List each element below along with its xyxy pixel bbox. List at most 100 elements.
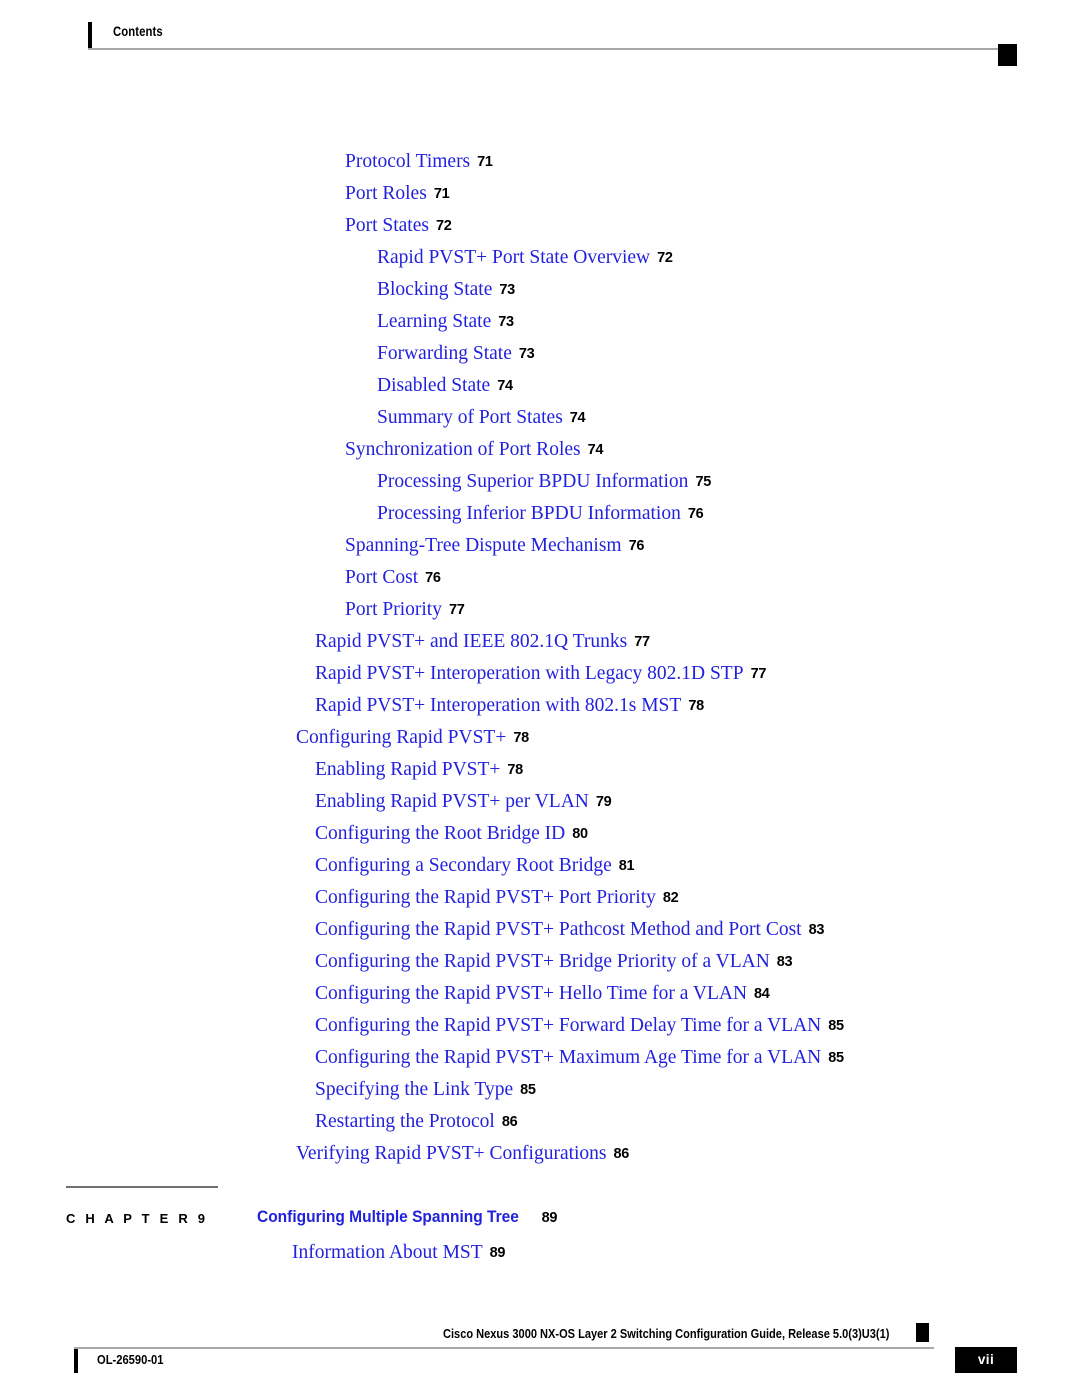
toc-entry[interactable]: Processing Inferior BPDU Information 76 [0,498,1080,530]
toc-entry-title[interactable]: Port Cost [345,567,418,588]
toc-entry-title[interactable]: Configuring the Rapid PVST+ Pathcost Met… [315,919,802,940]
toc-entry-title[interactable]: Enabling Rapid PVST+ [315,759,500,780]
chapter-title-row[interactable]: Configuring Multiple Spanning Tree 89 [257,1208,557,1227]
toc-entry-title[interactable]: Specifying the Link Type [315,1079,513,1100]
toc-entry-page-number: 83 [808,922,825,938]
toc-entry-title[interactable]: Disabled State [377,375,490,396]
toc-entry-title[interactable]: Port Priority [345,599,442,620]
toc-entry-page-number: 85 [520,1082,536,1098]
toc-entry-title[interactable]: Blocking State [377,279,492,300]
toc-entry[interactable]: Processing Superior BPDU Information 75 [0,466,1080,498]
toc-entry-title[interactable]: Protocol Timers [345,151,470,172]
toc-entry-page-number: 85 [828,1050,844,1066]
toc-entry[interactable]: Summary of Port States 74 [0,402,1080,434]
chapter-title-link[interactable]: Configuring Multiple Spanning Tree [257,1208,519,1227]
toc-entry-title[interactable]: Rapid PVST+ and IEEE 802.1Q Trunks [315,631,627,652]
toc-entry-title[interactable]: Rapid PVST+ Interoperation with 802.1s M… [315,695,681,716]
toc-entry-page-number: 72 [435,218,452,234]
toc-entry[interactable]: Rapid PVST+ Interoperation with 802.1s M… [0,690,1080,722]
toc-entry-page-number: 74 [587,442,604,458]
toc-entry[interactable]: Restarting the Protocol 86 [0,1106,1080,1138]
toc-entry-page-number: 76 [687,506,704,522]
toc-entry-page-number: 78 [507,762,523,778]
footer-guide-title: Cisco Nexus 3000 NX-OS Layer 2 Switching… [443,1326,890,1341]
toc-entry-page-number: 72 [657,250,673,266]
toc-entry[interactable]: Enabling Rapid PVST+ per VLAN 79 [0,786,1080,818]
toc-entry[interactable]: Configuring Rapid PVST+ 78 [0,722,1080,754]
toc-entry[interactable]: Configuring the Rapid PVST+ Maximum Age … [0,1042,1080,1074]
toc-entry[interactable]: Disabled State 74 [0,370,1080,402]
toc-entry-title[interactable]: Enabling Rapid PVST+ per VLAN [315,791,589,812]
toc-entry-page-number: 75 [695,474,711,490]
toc-entry[interactable]: Configuring the Rapid PVST+ Bridge Prior… [0,946,1080,978]
toc-entry-title[interactable]: Processing Inferior BPDU Information [377,503,681,524]
toc-entry[interactable]: Configuring a Secondary Root Bridge 81 [0,850,1080,882]
toc-entry[interactable]: Forwarding State 73 [0,338,1080,370]
toc-entry-page-number: 71 [477,154,493,170]
toc-entry-title[interactable]: Learning State [377,311,491,332]
toc-entry-title[interactable]: Forwarding State [377,343,512,364]
toc-entry[interactable]: Port States 72 [0,210,1080,242]
toc-entry[interactable]: Configuring the Rapid PVST+ Forward Dela… [0,1010,1080,1042]
toc-entry-page-number: 85 [828,1018,844,1034]
toc-entry[interactable]: Specifying the Link Type 85 [0,1074,1080,1106]
toc-entry[interactable]: Port Roles 71 [0,178,1080,210]
toc-entry-page-number: 76 [425,570,441,586]
toc-entry-title[interactable]: Port Roles [345,183,427,204]
toc-entry-title[interactable]: Synchronization of Port Roles [345,439,581,460]
toc-entry-title[interactable]: Port States [345,215,429,236]
toc-entry[interactable]: Spanning-Tree Dispute Mechanism 76 [0,530,1080,562]
toc-entry-title[interactable]: Configuring the Rapid PVST+ Port Priorit… [315,887,656,908]
toc-entry[interactable]: Rapid PVST+ Port State Overview 72 [0,242,1080,274]
toc-entry-page-number: 79 [595,794,612,810]
toc-entry-title[interactable]: Configuring the Rapid PVST+ Maximum Age … [315,1047,821,1068]
toc-entry-title[interactable]: Rapid PVST+ Interoperation with Legacy 8… [315,663,744,684]
toc-entry-title[interactable]: Rapid PVST+ Port State Overview [377,247,650,268]
toc-entry[interactable]: Configuring the Root Bridge ID 80 [0,818,1080,850]
toc-entry-title[interactable]: Configuring the Rapid PVST+ Bridge Prior… [315,951,770,972]
toc-entry[interactable]: Configuring the Rapid PVST+ Hello Time f… [0,978,1080,1010]
toc-entry[interactable]: Enabling Rapid PVST+ 78 [0,754,1080,786]
toc-entry-title[interactable]: Configuring the Rapid PVST+ Hello Time f… [315,983,747,1004]
toc-entry-page-number: 77 [750,666,767,682]
toc-entry-page-number: 73 [518,346,535,362]
toc-entry[interactable]: Port Priority 77 [0,594,1080,626]
footer-page-box: vii [955,1347,1017,1373]
toc-entry[interactable]: Blocking State 73 [0,274,1080,306]
toc-entry[interactable]: Learning State 73 [0,306,1080,338]
toc-entry[interactable]: Synchronization of Port Roles 74 [0,434,1080,466]
toc-entry-title[interactable]: Processing Superior BPDU Information [377,471,688,492]
toc-entry-title[interactable]: Configuring the Rapid PVST+ Forward Dela… [315,1015,821,1036]
toc-entry-page-number: 73 [499,282,515,298]
toc-entry-page-number: 78 [513,730,529,746]
toc-entry[interactable]: Protocol Timers 71 [0,146,1080,178]
chapter-subentry[interactable]: Information About MST 89 [292,1242,505,1264]
toc-entry-title[interactable]: Configuring a Secondary Root Bridge [315,855,612,876]
header-tab-marker [998,44,1017,66]
toc-entry-page-number: 81 [618,858,635,874]
toc-entry-title[interactable]: Summary of Port States [377,407,563,428]
toc-entry[interactable]: Verifying Rapid PVST+ Configurations 86 [0,1138,1080,1170]
toc-entry-title[interactable]: Restarting the Protocol [315,1111,495,1132]
chapter-divider-rule [66,1186,218,1188]
footer-document-id: OL-26590-01 [97,1352,164,1367]
toc-entry[interactable]: Rapid PVST+ and IEEE 802.1Q Trunks 77 [0,626,1080,658]
toc-entry[interactable]: Rapid PVST+ Interoperation with Legacy 8… [0,658,1080,690]
toc-entry-title[interactable]: Spanning-Tree Dispute Mechanism [345,535,622,556]
toc-entry-page-number: 86 [613,1146,630,1162]
chapter-subentry-page: 89 [489,1245,506,1261]
toc-entry[interactable]: Configuring the Rapid PVST+ Port Priorit… [0,882,1080,914]
toc-entry-page-number: 74 [569,410,586,426]
chapter-page-number: 89 [541,1210,558,1226]
chapter-subentry-title[interactable]: Information About MST [292,1242,483,1263]
toc-entry[interactable]: Configuring the Rapid PVST+ Pathcost Met… [0,914,1080,946]
toc-entry-title[interactable]: Configuring the Root Bridge ID [315,823,565,844]
toc-entry-page-number: 84 [754,986,770,1002]
footer-page-number: vii [977,1352,995,1367]
toc-entry-title[interactable]: Configuring Rapid PVST+ [296,727,506,748]
toc-entry[interactable]: Port Cost 76 [0,562,1080,594]
toc-entry-page-number: 77 [448,602,465,618]
toc-entry-title[interactable]: Verifying Rapid PVST+ Configurations [296,1143,607,1164]
toc-entry-page-number: 83 [776,954,793,970]
toc-entry-page-number: 71 [433,186,450,202]
